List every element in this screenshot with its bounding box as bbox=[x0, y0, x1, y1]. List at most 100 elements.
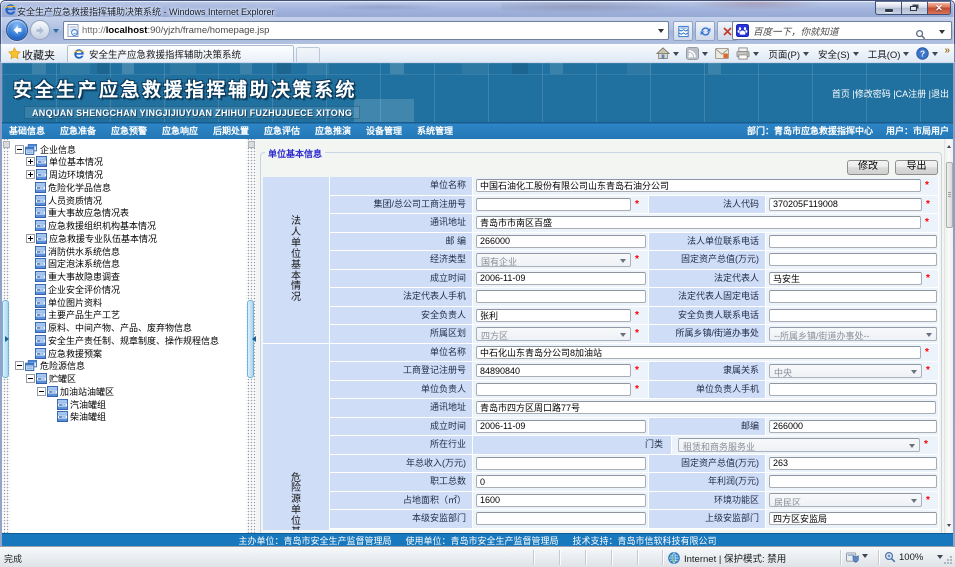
tree-item[interactable]: 周边环境情况 bbox=[26, 169, 103, 181]
tree-item[interactable]: 应急救援预案 bbox=[26, 347, 102, 359]
form-select[interactable]: --所属乡镇/街道办事处-- bbox=[769, 327, 937, 341]
help-button[interactable]: ? bbox=[916, 47, 938, 60]
favorites-button[interactable]: 收藏夹 bbox=[22, 47, 55, 63]
tree-item[interactable]: 加油站油罐区 bbox=[37, 385, 114, 397]
menu-item[interactable]: 应急推演 bbox=[315, 124, 351, 137]
menu-item[interactable]: 应急响应 bbox=[162, 124, 198, 137]
print-button[interactable] bbox=[736, 47, 759, 60]
forward-button[interactable] bbox=[30, 20, 50, 40]
form-input[interactable] bbox=[769, 198, 922, 211]
safety-menu[interactable]: 安全(S) bbox=[818, 47, 850, 61]
tree-item[interactable]: 汽油罐组 bbox=[48, 398, 106, 410]
scrollbar-thumb[interactable] bbox=[946, 162, 953, 228]
tree-item[interactable]: 单位图片资料 bbox=[26, 296, 102, 308]
form-input[interactable] bbox=[769, 457, 937, 470]
header-link[interactable]: 首页 bbox=[832, 89, 850, 99]
zoom-control[interactable]: 100% bbox=[884, 551, 943, 563]
new-tab-button[interactable] bbox=[296, 47, 320, 62]
page-menu[interactable]: 页面(P) bbox=[768, 47, 800, 61]
tree-item[interactable]: 重大事故隐患调查 bbox=[26, 271, 120, 283]
tree-item[interactable]: 企业信息 bbox=[15, 143, 76, 155]
tree-item[interactable]: 贮罐区 bbox=[26, 373, 76, 385]
form-input[interactable] bbox=[769, 272, 922, 285]
form-select[interactable]: 四方区 bbox=[476, 327, 631, 341]
tree-expander-minus[interactable] bbox=[26, 374, 35, 383]
scroll-up-button[interactable] bbox=[945, 140, 953, 151]
form-input[interactable] bbox=[769, 383, 937, 396]
tree-item[interactable]: 主要产品生产工艺 bbox=[26, 309, 120, 321]
favorites-star-icon[interactable] bbox=[8, 47, 21, 60]
form-select[interactable]: 国有企业 bbox=[476, 253, 631, 267]
close-button[interactable]: ✕ bbox=[928, 1, 951, 15]
refresh-button[interactable] bbox=[695, 21, 715, 41]
toolbar-overflow-chevron[interactable]: » bbox=[944, 45, 949, 56]
form-input[interactable] bbox=[769, 475, 937, 488]
tree-item[interactable]: 企业安全评价情况 bbox=[26, 283, 120, 295]
tree-item[interactable]: 应急救援组织机构基本情况 bbox=[26, 220, 156, 232]
read-mail-button[interactable] bbox=[715, 48, 729, 59]
tree-item[interactable]: 重大事故应急情况表 bbox=[26, 207, 129, 219]
search-icon[interactable] bbox=[915, 29, 926, 40]
tree-splitter-handle[interactable] bbox=[247, 300, 254, 378]
compatibility-view-button[interactable] bbox=[673, 21, 693, 41]
tree-item[interactable]: 柴油罐组 bbox=[48, 411, 106, 423]
form-input[interactable] bbox=[769, 235, 937, 248]
search-box[interactable]: 百度一下，你就知道 bbox=[732, 21, 952, 40]
search-options-dropdown[interactable] bbox=[939, 30, 945, 37]
export-button[interactable]: 导出 bbox=[895, 160, 938, 175]
form-input[interactable] bbox=[769, 309, 937, 322]
tools-menu[interactable]: 工具(O) bbox=[868, 47, 901, 61]
scroll-down-button[interactable] bbox=[945, 521, 953, 532]
form-input[interactable] bbox=[769, 512, 937, 525]
form-input[interactable] bbox=[476, 179, 921, 192]
form-input[interactable] bbox=[476, 216, 921, 229]
tree-item[interactable]: 单位基本情况 bbox=[26, 156, 103, 168]
tree-item[interactable]: 危险源信息 bbox=[15, 360, 85, 372]
browser-tab[interactable]: 安全生产应急救援指挥辅助决策系统 bbox=[67, 45, 294, 62]
form-input[interactable] bbox=[476, 457, 646, 470]
tree-expander-minus[interactable] bbox=[37, 387, 46, 396]
inprivate-settings[interactable] bbox=[846, 552, 868, 563]
left-splitter[interactable] bbox=[2, 139, 10, 533]
menu-item[interactable]: 设备管理 bbox=[366, 124, 402, 137]
form-select[interactable]: 租赁和商务服务业 bbox=[678, 438, 920, 452]
form-input[interactable] bbox=[476, 475, 646, 488]
form-input[interactable] bbox=[769, 420, 937, 433]
menu-item[interactable]: 后期处置 bbox=[213, 124, 249, 137]
form-input[interactable] bbox=[476, 401, 936, 414]
tree-expander-minus[interactable] bbox=[15, 145, 24, 154]
maximize-button[interactable] bbox=[902, 1, 928, 15]
tree-item[interactable]: 消防供水系统信息 bbox=[26, 245, 120, 257]
form-input[interactable] bbox=[476, 198, 631, 211]
form-input[interactable] bbox=[476, 512, 646, 525]
form-input[interactable] bbox=[476, 272, 646, 285]
tree-expander-plus[interactable] bbox=[26, 234, 35, 243]
form-input[interactable] bbox=[476, 420, 646, 433]
form-input[interactable] bbox=[476, 346, 921, 359]
address-field[interactable]: http://localhost:90/yjzh/frame/homepage.… bbox=[63, 21, 669, 40]
form-input[interactable] bbox=[476, 235, 646, 248]
menu-item[interactable]: 应急预警 bbox=[111, 124, 147, 137]
tree-item[interactable]: 固定泡沫系统信息 bbox=[26, 258, 120, 270]
header-link[interactable]: CA注册 bbox=[896, 89, 927, 99]
form-input[interactable] bbox=[769, 253, 937, 266]
recent-pages-dropdown[interactable] bbox=[53, 29, 59, 36]
menu-item[interactable]: 应急准备 bbox=[60, 124, 96, 137]
form-select[interactable]: 中央 bbox=[769, 364, 922, 378]
modify-button[interactable]: 修改 bbox=[847, 160, 889, 175]
header-link[interactable]: 修改密码 bbox=[855, 89, 891, 99]
tree-splitter[interactable] bbox=[246, 139, 256, 533]
form-input[interactable] bbox=[476, 364, 631, 377]
form-select[interactable]: 居民区 bbox=[769, 493, 922, 507]
tree-expander-plus[interactable] bbox=[26, 157, 35, 166]
menu-item[interactable]: 系统管理 bbox=[417, 124, 453, 137]
header-link[interactable]: 退出 bbox=[931, 89, 949, 99]
tree-item[interactable]: 危险化学品信息 bbox=[26, 181, 111, 193]
back-button[interactable] bbox=[6, 19, 28, 41]
tree-item[interactable]: 应急救援专业队伍基本情况 bbox=[26, 232, 157, 244]
resize-grip[interactable] bbox=[943, 555, 953, 565]
form-input[interactable] bbox=[769, 290, 937, 303]
form-input[interactable] bbox=[476, 494, 646, 507]
content-scrollbar[interactable] bbox=[944, 139, 953, 533]
form-input[interactable] bbox=[476, 383, 631, 396]
